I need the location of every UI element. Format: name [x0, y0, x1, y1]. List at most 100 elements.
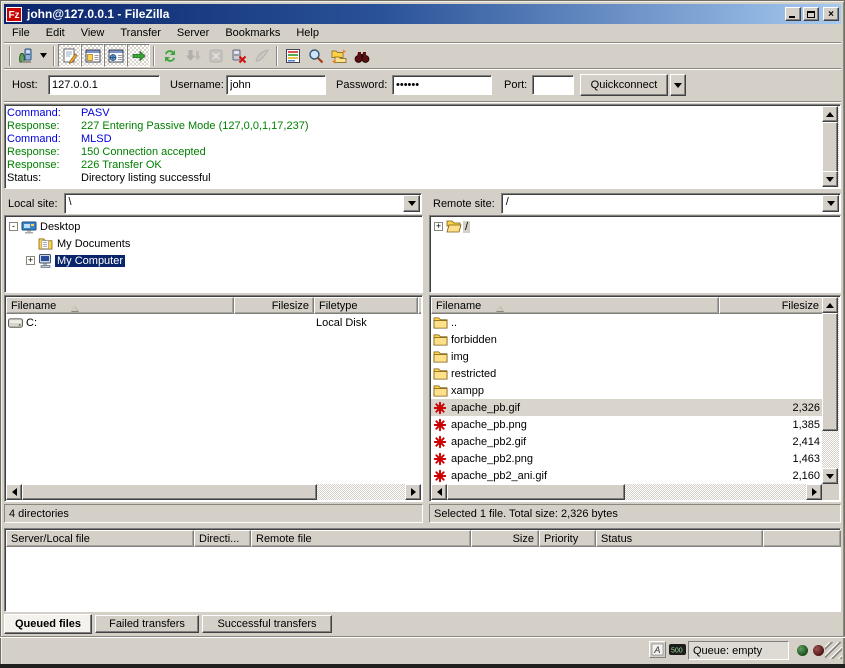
file-name: img: [451, 351, 469, 363]
remote-file-row[interactable]: apache_pb2_ani.gif2,160: [431, 467, 824, 483]
combo-dropdown-button[interactable]: [822, 195, 839, 212]
column-header-remote-file[interactable]: Remote file: [251, 530, 471, 547]
column-header-size[interactable]: Size: [471, 530, 539, 547]
remote-vertical-scrollbar[interactable]: [822, 297, 839, 484]
menu-edit[interactable]: Edit: [38, 25, 73, 41]
scrollbar-thumb[interactable]: [822, 122, 838, 173]
remote-file-row[interactable]: apache_pb.png1,385: [431, 416, 824, 433]
scrollbar-thumb[interactable]: [447, 484, 625, 500]
folderopen-icon: [446, 220, 463, 233]
close-button[interactable]: ×: [823, 7, 839, 21]
menu-file[interactable]: File: [4, 25, 38, 41]
remote-file-row[interactable]: ..: [431, 314, 824, 331]
find-files-button[interactable]: [350, 44, 373, 67]
column-header-l[interactable]: L: [418, 297, 421, 314]
tree-item-my-documents[interactable]: My Documents: [6, 235, 421, 252]
menu-transfer[interactable]: Transfer: [112, 25, 169, 41]
svg-text:500: 500: [671, 648, 683, 655]
log-lines: Command:PASVResponse:227 Entering Passiv…: [7, 107, 821, 186]
menu-help[interactable]: Help: [288, 25, 327, 41]
combo-dropdown-button[interactable]: [403, 195, 420, 212]
tab-successful-transfers[interactable]: Successful transfers: [202, 615, 332, 633]
toggle-transfer-queue-button[interactable]: [127, 44, 150, 67]
local-status-text: 4 directories: [9, 508, 69, 520]
password-input[interactable]: [392, 75, 492, 95]
toggle-message-log-button[interactable]: [58, 44, 81, 67]
column-header-filename[interactable]: Filename: [6, 297, 234, 314]
remote-list-header: FilenameFilesize: [431, 297, 824, 314]
username-input[interactable]: [226, 75, 326, 95]
scrollbar-thumb[interactable]: [822, 313, 838, 431]
column-header-priority[interactable]: Priority: [539, 530, 596, 547]
file-size-cell: 1,463: [719, 453, 824, 465]
local-site-combo[interactable]: \: [64, 193, 422, 214]
file-type-cell: Local Disk: [314, 317, 418, 329]
scroll-left-button[interactable]: [431, 484, 447, 500]
directory-comparison-icon: [308, 48, 324, 64]
site-manager-dropdown-button[interactable]: [37, 44, 50, 67]
host-input[interactable]: [48, 75, 160, 95]
datatype-ascii-icon[interactable]: A: [649, 641, 666, 658]
maximize-button[interactable]: [803, 7, 819, 21]
scroll-up-button[interactable]: [822, 106, 838, 122]
local-horizontal-scrollbar[interactable]: [6, 484, 421, 500]
minimize-button[interactable]: [785, 7, 801, 21]
remote-file-row[interactable]: img: [431, 348, 824, 365]
column-header-filetype[interactable]: Filetype: [314, 297, 418, 314]
disconnect-button[interactable]: [227, 44, 250, 67]
scroll-down-button[interactable]: [822, 468, 838, 484]
scroll-right-button[interactable]: [806, 484, 822, 500]
username-label: Username:: [170, 79, 224, 91]
local-file-row[interactable]: C:Local Disk: [6, 314, 421, 331]
site-manager-button[interactable]: [14, 44, 37, 67]
menu-server[interactable]: Server: [169, 25, 217, 41]
refresh-button[interactable]: [158, 44, 181, 67]
tab-failed-transfers[interactable]: Failed transfers: [95, 615, 199, 633]
quickconnect-dropdown-button[interactable]: [670, 74, 686, 96]
log-line: Response:226 Transfer OK: [7, 159, 821, 172]
menu-view[interactable]: View: [73, 25, 113, 41]
tree-item-[interactable]: +/: [431, 218, 839, 235]
scroll-down-button[interactable]: [822, 171, 838, 187]
column-header-directi[interactable]: Directi...: [194, 530, 251, 547]
resize-grip[interactable]: [825, 642, 842, 659]
file-name-cell: xampp: [431, 384, 719, 397]
tab-queued-files[interactable]: Queued files: [4, 614, 92, 634]
menu-bookmarks[interactable]: Bookmarks: [217, 25, 288, 41]
scroll-up-button[interactable]: [822, 297, 838, 313]
column-header-filesize[interactable]: Filesize: [234, 297, 314, 314]
scroll-right-button[interactable]: [405, 484, 421, 500]
column-header-server-local-file[interactable]: Server/Local file: [6, 530, 194, 547]
column-header-filename[interactable]: Filename: [431, 297, 719, 314]
column-header-status[interactable]: Status: [596, 530, 763, 547]
directory-comparison-button[interactable]: [304, 44, 327, 67]
remote-horizontal-scrollbar[interactable]: [431, 484, 822, 500]
port-input[interactable]: [532, 75, 574, 95]
local-status-bar: 4 directories: [4, 504, 423, 523]
quickconnect-button[interactable]: Quickconnect: [580, 74, 668, 96]
scrollbar-thumb[interactable]: [22, 484, 317, 500]
collapse-toggle[interactable]: -: [9, 222, 18, 231]
remote-file-row[interactable]: apache_pb2.gif2,414: [431, 433, 824, 450]
speedlimit-icon[interactable]: 500: [669, 644, 686, 658]
filezilla-logo-icon: Fz: [6, 7, 22, 22]
toggle-local-tree-button[interactable]: [81, 44, 104, 67]
remote-site-combo[interactable]: /: [501, 193, 841, 214]
scroll-left-button[interactable]: [6, 484, 22, 500]
tree-item-my-computer[interactable]: +My Computer: [6, 252, 421, 269]
remote-file-row[interactable]: forbidden: [431, 331, 824, 348]
tree-item-desktop[interactable]: -Desktop: [6, 218, 421, 235]
remote-file-row[interactable]: xampp: [431, 382, 824, 399]
column-header-filesize[interactable]: Filesize: [719, 297, 824, 314]
toggle-remote-tree-button[interactable]: [104, 44, 127, 67]
expand-toggle[interactable]: +: [434, 222, 443, 231]
file-name: apache_pb.png: [451, 419, 527, 431]
log-scrollbar[interactable]: [822, 106, 839, 187]
expand-toggle[interactable]: +: [26, 256, 35, 265]
remote-file-row[interactable]: restricted: [431, 365, 824, 382]
remote-file-row[interactable]: apache_pb2.png1,463: [431, 450, 824, 467]
file-name-cell: forbidden: [431, 333, 719, 346]
synchronized-browsing-button[interactable]: [327, 44, 350, 67]
filter-button[interactable]: [281, 44, 304, 67]
remote-file-row[interactable]: apache_pb.gif2,326: [431, 399, 824, 416]
